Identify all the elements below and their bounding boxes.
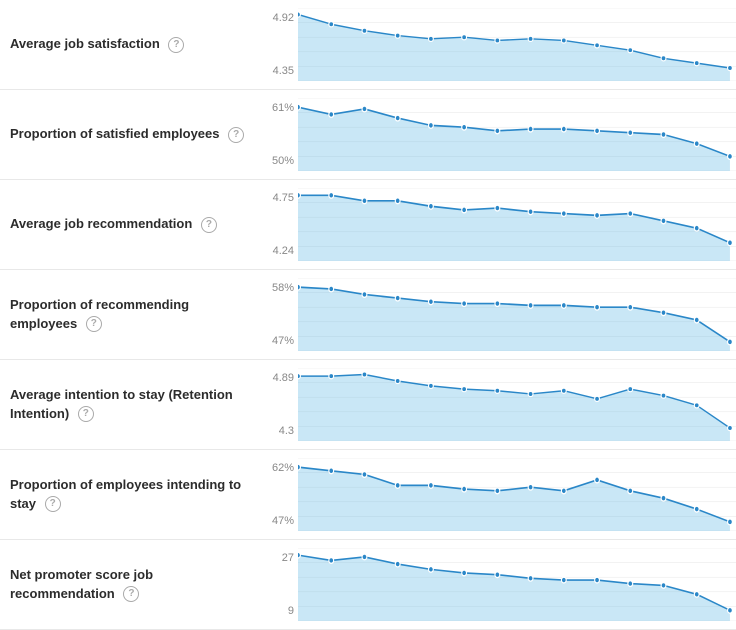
y-axis-proportion-recommending: 58% 47% (260, 278, 298, 351)
y-top-avg-job-recommendation: 4.75 (273, 192, 294, 204)
metric-title-proportion-satisfied: Proportion of satisfied employees ? (10, 125, 244, 143)
chart-svg-avg-intention-stay (298, 368, 736, 441)
metric-row-avg-job-satisfaction: Average job satisfaction ? 4.92 4.35 (0, 0, 736, 90)
y-axis-avg-intention-stay: 4.89 4.3 (260, 368, 298, 441)
chart-svg-wrap-avg-job-satisfaction (298, 8, 736, 81)
chart-svg-proportion-satisfied (298, 98, 736, 171)
y-top-avg-intention-stay: 4.89 (273, 372, 294, 384)
chart-area-proportion-satisfied: 61% 50% (260, 90, 736, 179)
chart-svg-wrap-avg-intention-stay (298, 368, 736, 441)
metric-row-net-promoter-score: Net promoter score job recommendation ? 2… (0, 540, 736, 630)
chart-svg-wrap-proportion-satisfied (298, 98, 736, 171)
help-icon-avg-job-satisfaction[interactable]: ? (168, 37, 184, 53)
metric-title-avg-job-recommendation: Average job recommendation ? (10, 215, 217, 233)
help-icon-proportion-recommending[interactable]: ? (86, 316, 102, 332)
y-bottom-avg-job-recommendation: 4.24 (273, 245, 294, 257)
chart-area-proportion-recommending: 58% 47% (260, 270, 736, 359)
metric-label-proportion-recommending: Proportion of recommending employees ? (0, 270, 260, 359)
metric-title-net-promoter-score: Net promoter score job recommendation ? (10, 566, 248, 602)
chart-area-proportion-intending-stay: 62% 47% (260, 450, 736, 539)
help-icon-avg-job-recommendation[interactable]: ? (201, 217, 217, 233)
chart-svg-wrap-proportion-recommending (298, 278, 736, 351)
help-icon-proportion-intending-stay[interactable]: ? (45, 496, 61, 512)
y-bottom-proportion-intending-stay: 47% (272, 515, 294, 527)
metric-row-avg-intention-stay: Average intention to stay (Retention Int… (0, 360, 736, 450)
metric-title-proportion-intending-stay: Proportion of employees intending to sta… (10, 476, 248, 512)
y-axis-proportion-satisfied: 61% 50% (260, 98, 298, 171)
metric-title-avg-intention-stay: Average intention to stay (Retention Int… (10, 386, 248, 422)
metric-label-avg-job-recommendation: Average job recommendation ? (0, 180, 260, 269)
help-icon-avg-intention-stay[interactable]: ? (78, 406, 94, 422)
y-top-avg-job-satisfaction: 4.92 (273, 12, 294, 24)
chart-svg-proportion-recommending (298, 278, 736, 351)
y-axis-avg-job-satisfaction: 4.92 4.35 (260, 8, 298, 81)
y-bottom-avg-job-satisfaction: 4.35 (273, 65, 294, 77)
chart-area-avg-job-satisfaction: 4.92 4.35 (260, 0, 736, 89)
chart-svg-wrap-avg-job-recommendation (298, 188, 736, 261)
metric-row-proportion-intending-stay: Proportion of employees intending to sta… (0, 450, 736, 540)
y-bottom-net-promoter-score: 9 (288, 605, 294, 617)
chart-area-net-promoter-score: 27 9 (260, 540, 736, 629)
chart-svg-avg-job-recommendation (298, 188, 736, 261)
metric-title-avg-job-satisfaction: Average job satisfaction ? (10, 35, 184, 53)
y-axis-proportion-intending-stay: 62% 47% (260, 458, 298, 531)
y-axis-avg-job-recommendation: 4.75 4.24 (260, 188, 298, 261)
y-bottom-avg-intention-stay: 4.3 (279, 425, 294, 437)
help-icon-proportion-satisfied[interactable]: ? (228, 127, 244, 143)
chart-area-avg-intention-stay: 4.89 4.3 (260, 360, 736, 449)
chart-svg-net-promoter-score (298, 548, 736, 621)
y-top-proportion-satisfied: 61% (272, 102, 294, 114)
metric-label-avg-intention-stay: Average intention to stay (Retention Int… (0, 360, 260, 449)
metric-label-net-promoter-score: Net promoter score job recommendation ? (0, 540, 260, 629)
y-top-proportion-recommending: 58% (272, 282, 294, 294)
y-bottom-proportion-satisfied: 50% (272, 155, 294, 167)
chart-svg-avg-job-satisfaction (298, 8, 736, 81)
dashboard-container: Average job satisfaction ? 4.92 4.35 Propo… (0, 0, 736, 630)
metric-title-proportion-recommending: Proportion of recommending employees ? (10, 296, 248, 332)
metric-row-proportion-satisfied: Proportion of satisfied employees ? 61% 50… (0, 90, 736, 180)
chart-area-avg-job-recommendation: 4.75 4.24 (260, 180, 736, 269)
chart-svg-proportion-intending-stay (298, 458, 736, 531)
help-icon-net-promoter-score[interactable]: ? (123, 586, 139, 602)
y-top-net-promoter-score: 27 (282, 552, 294, 564)
y-bottom-proportion-recommending: 47% (272, 335, 294, 347)
chart-svg-wrap-proportion-intending-stay (298, 458, 736, 531)
metric-row-avg-job-recommendation: Average job recommendation ? 4.75 4.24 (0, 180, 736, 270)
metric-row-proportion-recommending: Proportion of recommending employees ? 58… (0, 270, 736, 360)
metric-label-proportion-intending-stay: Proportion of employees intending to sta… (0, 450, 260, 539)
metric-label-proportion-satisfied: Proportion of satisfied employees ? (0, 90, 260, 179)
y-axis-net-promoter-score: 27 9 (260, 548, 298, 621)
chart-svg-wrap-net-promoter-score (298, 548, 736, 621)
metric-label-avg-job-satisfaction: Average job satisfaction ? (0, 0, 260, 89)
y-top-proportion-intending-stay: 62% (272, 462, 294, 474)
